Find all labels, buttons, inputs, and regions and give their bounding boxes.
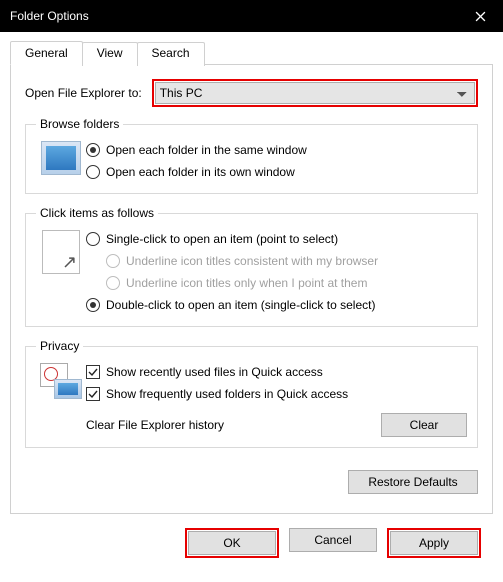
titlebar: Folder Options <box>0 0 503 32</box>
browse-folders-icon <box>41 141 81 175</box>
radio-underline-browser: Underline icon titles consistent with my… <box>86 250 467 272</box>
restore-defaults-button[interactable]: Restore Defaults <box>348 470 478 494</box>
radio-underline-browser-label: Underline icon titles consistent with my… <box>126 254 378 268</box>
ok-button[interactable]: OK <box>188 531 276 555</box>
radio-single-click[interactable]: Single-click to open an item (point to s… <box>86 228 467 250</box>
folder-options-window: Folder Options General View Search Open … <box>0 0 503 582</box>
clear-button[interactable]: Clear <box>381 413 467 437</box>
radio-underline-point: Underline icon titles only when I point … <box>86 272 467 294</box>
radio-own-window-label: Open each folder in its own window <box>106 165 295 179</box>
browse-folders-legend: Browse folders <box>36 117 123 131</box>
apply-button[interactable]: Apply <box>390 531 478 555</box>
check-freq-folders[interactable]: Show frequently used folders in Quick ac… <box>86 383 467 405</box>
click-items-group: Click items as follows Single-click to o… <box>25 206 478 327</box>
restore-defaults-row: Restore Defaults <box>25 470 478 494</box>
clear-history-row: Clear File Explorer history Clear <box>36 413 467 437</box>
close-button[interactable] <box>457 0 503 32</box>
open-to-label: Open File Explorer to: <box>25 86 142 100</box>
radio-double-click-label: Double-click to open an item (single-cli… <box>106 298 375 312</box>
tab-view[interactable]: View <box>82 42 138 66</box>
radio-double-click[interactable]: Double-click to open an item (single-cli… <box>86 294 467 316</box>
dialog-body: General View Search Open File Explorer t… <box>0 32 503 582</box>
radio-own-window[interactable]: Open each folder in its own window <box>86 161 467 183</box>
click-items-legend: Click items as follows <box>36 206 158 220</box>
close-icon <box>475 11 486 22</box>
radio-single-click-label: Single-click to open an item (point to s… <box>106 232 338 246</box>
check-recent-files-label: Show recently used files in Quick access <box>106 365 323 379</box>
check-icon <box>88 389 98 399</box>
radio-same-window[interactable]: Open each folder in the same window <box>86 139 467 161</box>
browse-folders-group: Browse folders Open each folder in the s… <box>25 117 478 194</box>
check-icon <box>88 367 98 377</box>
ok-highlight: OK <box>185 528 279 558</box>
tab-search[interactable]: Search <box>137 42 205 66</box>
apply-highlight: Apply <box>387 528 481 558</box>
tab-panel-general: Open File Explorer to: This PC Browse fo… <box>10 64 493 514</box>
open-to-highlight: This PC <box>152 79 478 107</box>
check-freq-folders-label: Show frequently used folders in Quick ac… <box>106 387 348 401</box>
click-items-icon <box>42 230 80 274</box>
privacy-legend: Privacy <box>36 339 83 353</box>
footer-buttons: OK Cancel Apply <box>10 514 493 572</box>
radio-underline-point-label: Underline icon titles only when I point … <box>126 276 367 290</box>
open-to-select[interactable]: This PC <box>155 82 475 104</box>
tab-row: General View Search <box>10 40 493 64</box>
privacy-icon <box>40 363 82 399</box>
open-to-row: Open File Explorer to: This PC <box>25 79 478 107</box>
privacy-group: Privacy Show recently used files in Quic… <box>25 339 478 448</box>
cancel-button[interactable]: Cancel <box>289 528 377 552</box>
check-recent-files[interactable]: Show recently used files in Quick access <box>86 361 467 383</box>
tab-general[interactable]: General <box>10 41 83 65</box>
radio-same-window-label: Open each folder in the same window <box>106 143 307 157</box>
window-title: Folder Options <box>10 9 457 23</box>
clear-history-label: Clear File Explorer history <box>86 418 381 432</box>
